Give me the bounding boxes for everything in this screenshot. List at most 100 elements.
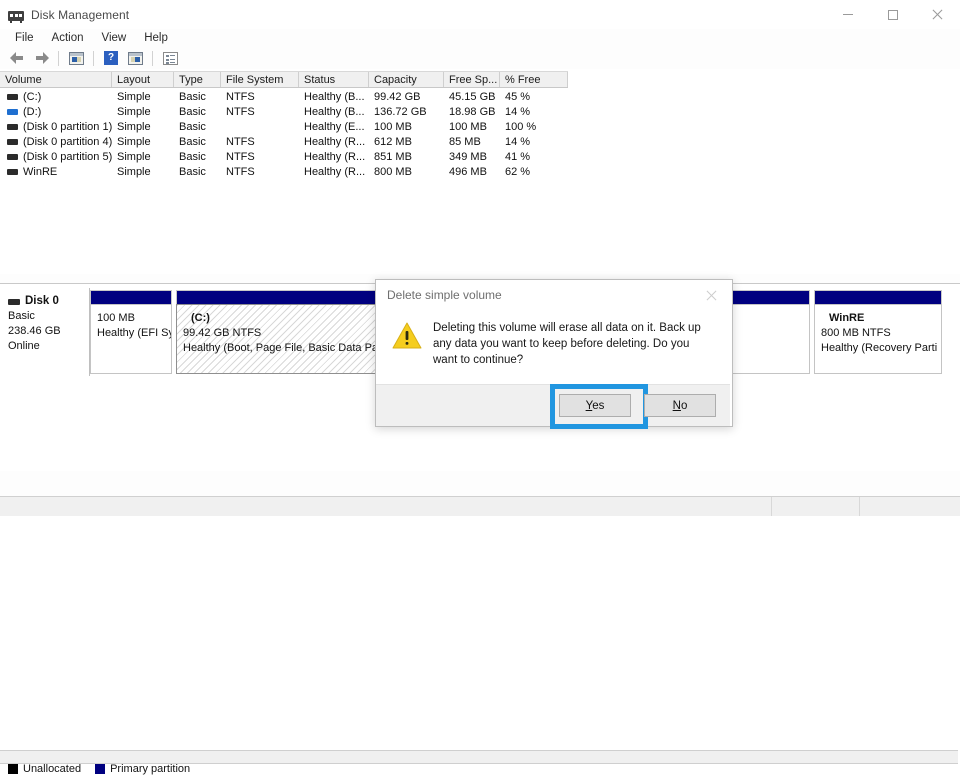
forward-icon[interactable] — [29, 48, 53, 68]
dialog-footer: Yes No — [376, 384, 730, 429]
disk-name-row: Disk 0 — [8, 294, 89, 309]
cell-free_space: 18.98 GB — [449, 105, 496, 118]
table-row[interactable]: (D:) Simple Basic NTFS Healthy (B... 136.72 G… — [0, 104, 960, 119]
volume-icon — [7, 108, 18, 115]
table-row[interactable]: (Disk 0 partition 5) Simple Basic NTFS Healt… — [0, 149, 960, 164]
partition-status: Healthy (Recovery Parti — [821, 342, 938, 354]
cell-layout: Simple — [117, 150, 151, 163]
cell-volume: WinRE — [0, 166, 112, 178]
dialog-close-icon[interactable] — [690, 281, 732, 309]
maximize-button[interactable] — [870, 0, 915, 29]
cell-file_system: NTFS — [226, 105, 255, 118]
column-header-status[interactable]: Status — [299, 72, 369, 87]
cell-file_system: NTFS — [226, 135, 255, 148]
column-header-volume[interactable]: Volume — [0, 72, 112, 87]
volume-icon — [7, 138, 18, 145]
cell-volume-label: (Disk 0 partition 5) — [23, 150, 112, 163]
status-bar-cell-3 — [860, 497, 960, 516]
disk-management-window: Disk Management File Action View Help ? — [0, 0, 960, 775]
partition-color-bar — [814, 290, 942, 304]
cell-capacity: 99.42 GB — [374, 90, 421, 103]
cell-volume: (Disk 0 partition 1) — [0, 121, 112, 133]
disk-view-horizontal-scrollbar[interactable] — [0, 750, 958, 764]
window-title: Disk Management — [31, 7, 130, 22]
no-button[interactable]: No — [644, 394, 716, 417]
cell-volume: (D:) — [0, 106, 112, 118]
partition-block[interactable]: 100 MB Healthy (EFI Sy — [90, 290, 172, 374]
minimize-button[interactable] — [825, 0, 870, 29]
table-row[interactable]: (Disk 0 partition 4) Simple Basic NTFS Healt… — [0, 134, 960, 149]
cell-free_space: 85 MB — [449, 135, 481, 148]
column-header-file-system[interactable]: File System — [221, 72, 299, 87]
column-header-type[interactable]: Type — [174, 72, 221, 87]
cell-status: Healthy (R... — [304, 165, 366, 178]
cell-free_space: 45.15 GB — [449, 90, 496, 103]
close-button[interactable] — [915, 0, 960, 29]
status-bar — [0, 496, 960, 516]
column-header-capacity[interactable]: Capacity — [369, 72, 444, 87]
cell-percent_free: 100 % — [505, 120, 537, 133]
disk-icon — [8, 298, 20, 305]
column-header-free[interactable]: % Free — [500, 72, 568, 87]
no-button-wrapper: No — [644, 394, 716, 417]
disk-type: Basic — [8, 310, 35, 322]
cell-percent_free: 14 % — [505, 135, 531, 148]
cell-percent_free: 62 % — [505, 165, 531, 178]
disk-size: 238.46 GB — [8, 325, 61, 337]
disk-status: Online — [8, 340, 40, 352]
cell-free_space: 496 MB — [449, 165, 487, 178]
dialog-body: Deleting this volume will erase all data… — [376, 310, 732, 382]
yes-button-highlight — [550, 384, 648, 429]
cell-capacity: 851 MB — [374, 150, 412, 163]
back-icon[interactable] — [5, 48, 29, 68]
cell-volume-label: (C:) — [23, 90, 42, 103]
help-icon[interactable]: ? — [99, 48, 123, 68]
cell-capacity: 100 MB — [374, 120, 412, 133]
toolbar-separator — [58, 50, 59, 66]
disk-info-block[interactable]: Disk 0 Basic 238.46 GB Online — [0, 288, 90, 376]
status-bar-message — [0, 497, 772, 516]
column-header-free-sp[interactable]: Free Sp... — [444, 72, 500, 87]
volume-list-panel: Volume Layout Type File System Status Capacit… — [0, 69, 960, 274]
volume-icon — [7, 93, 18, 100]
table-row[interactable]: (Disk 0 partition 1) Simple Basic Healthy (… — [0, 119, 960, 134]
column-header-layout[interactable]: Layout — [112, 72, 174, 87]
legend-item-unallocated: Unallocated — [8, 763, 81, 775]
yes-button-wrapper: Yes — [550, 384, 648, 429]
cell-layout: Simple — [117, 105, 151, 118]
cell-capacity: 800 MB — [374, 165, 412, 178]
table-row[interactable]: WinRE Simple Basic NTFS Healthy (R... 800 MB 4… — [0, 164, 960, 179]
volume-list-rows: (C:) Simple Basic NTFS Healthy (B... 99.42 GB… — [0, 89, 960, 179]
warning-icon — [392, 322, 422, 349]
cell-file_system: NTFS — [226, 90, 255, 103]
properties-icon[interactable] — [158, 48, 182, 68]
show-hide-action-pane-icon[interactable] — [123, 48, 147, 68]
toolbar: ? — [0, 47, 960, 69]
menu-help[interactable]: Help — [135, 30, 177, 47]
cell-layout: Simple — [117, 165, 151, 178]
cell-layout: Simple — [117, 135, 151, 148]
cell-percent_free: 14 % — [505, 105, 531, 118]
show-hide-console-tree-icon[interactable] — [64, 48, 88, 68]
volume-icon — [7, 168, 18, 175]
cell-percent_free: 45 % — [505, 90, 531, 103]
cell-status: Healthy (R... — [304, 135, 366, 148]
legend-swatch-unallocated — [8, 764, 18, 774]
cell-status: Healthy (R... — [304, 150, 366, 163]
cell-volume: (Disk 0 partition 4) — [0, 136, 112, 148]
legend-label-unallocated: Unallocated — [23, 763, 82, 775]
menu-file[interactable]: File — [6, 30, 43, 47]
cell-volume: (C:) — [0, 91, 112, 103]
cell-type: Basic — [179, 105, 206, 118]
partition-status: Healthy (EFI Sy — [97, 327, 172, 339]
menu-bar: File Action View Help — [0, 29, 960, 47]
dialog-title: Delete simple volume — [387, 288, 502, 302]
menu-action[interactable]: Action — [43, 30, 93, 47]
menu-view[interactable]: View — [93, 30, 136, 47]
table-row[interactable]: (C:) Simple Basic NTFS Healthy (B... 99.42 GB… — [0, 89, 960, 104]
cell-type: Basic — [179, 120, 206, 133]
cell-type: Basic — [179, 135, 206, 148]
cell-capacity: 612 MB — [374, 135, 412, 148]
partition-block[interactable]: WinRE 800 MB NTFS Healthy (Recovery Parti — [814, 290, 942, 374]
cell-status: Healthy (B... — [304, 105, 365, 118]
